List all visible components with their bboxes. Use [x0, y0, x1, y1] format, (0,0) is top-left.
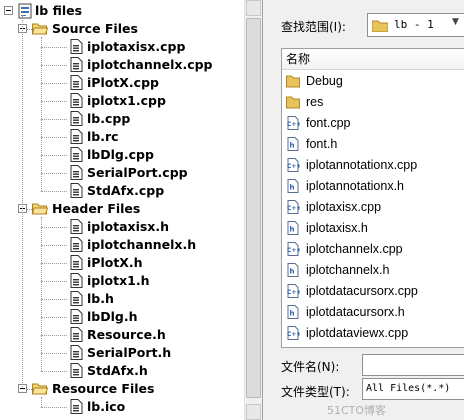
file-icon [70, 75, 83, 90]
project-icon [18, 3, 32, 19]
cpp-file-icon: C++ [287, 326, 300, 340]
svg-text:C++: C++ [287, 205, 300, 212]
file-icon [70, 399, 83, 414]
h-file-icon: h [287, 263, 299, 277]
h-file-icon: h [287, 221, 299, 235]
svg-text:h: h [290, 184, 295, 192]
cpp-file-icon: C++ [287, 242, 300, 256]
svg-text:C++: C++ [287, 331, 300, 338]
filetype-combobox[interactable]: All Files(*.*) [362, 378, 464, 400]
cpp-file-icon: C++ [287, 284, 300, 298]
file-list[interactable]: 名称 DebugresC++font.cpphfont.hC++iplotann… [281, 48, 464, 348]
open-file-dialog: 查找范围(I): lb - 1 ▼ 名称 DebugresC++font.cpp… [262, 0, 464, 420]
file-icon [70, 57, 83, 72]
file-icon [70, 165, 83, 180]
tree-scrollbar[interactable] [244, 0, 262, 420]
file-icon [70, 219, 83, 234]
watermark: 51CTO博客 [327, 404, 387, 417]
folder-open-icon [32, 23, 48, 35]
collapse-toggle[interactable] [4, 6, 13, 15]
file-icon [70, 327, 83, 342]
file-icon [70, 183, 83, 198]
file-icon [70, 237, 83, 252]
file-icon [70, 309, 83, 324]
cpp-file-icon: C++ [287, 158, 300, 172]
file-icon [70, 147, 83, 162]
chevron-down-icon[interactable]: ▼ [452, 17, 459, 27]
filename-label: 文件名(N): [281, 360, 340, 374]
folder-open-icon [32, 203, 48, 215]
column-name-label: 名称 [286, 52, 311, 66]
file-icon [70, 255, 83, 270]
file-icon [70, 345, 83, 360]
svg-text:h: h [290, 226, 295, 234]
svg-text:h: h [290, 142, 295, 150]
folder-icon [286, 75, 300, 88]
filetype-value: All Files(*.*) [366, 383, 451, 394]
file-icon [70, 273, 83, 288]
svg-text:C++: C++ [287, 163, 300, 170]
solution-tree[interactable]: lb files Source Files iplotaxisx.cpp ipl… [0, 0, 244, 420]
cpp-file-icon: C++ [287, 116, 300, 130]
file-icon [70, 363, 83, 378]
svg-text:C++: C++ [287, 121, 300, 128]
svg-text:h: h [290, 268, 295, 276]
h-file-icon: h [287, 179, 299, 193]
h-file-icon: h [287, 305, 299, 319]
lookin-label: 查找范围(I): [281, 20, 346, 34]
filetype-label: 文件类型(T): [281, 385, 350, 399]
folder-open-icon [32, 383, 48, 395]
lookin-value: lb - 1 [394, 18, 434, 31]
lookin-combobox[interactable]: lb - 1 ▼ [367, 13, 464, 37]
svg-text:C++: C++ [287, 247, 300, 254]
column-header-name[interactable]: 名称 [282, 49, 464, 70]
h-file-icon: h [287, 137, 299, 151]
scroll-down-button[interactable] [246, 404, 261, 420]
file-icon [70, 111, 83, 126]
svg-text:h: h [290, 310, 295, 318]
scroll-thumb[interactable] [246, 18, 261, 398]
svg-text:C++: C++ [287, 289, 300, 296]
folder-icon [372, 20, 388, 32]
filename-input[interactable] [362, 354, 464, 376]
folder-icon [286, 96, 300, 109]
file-icon [70, 291, 83, 306]
scroll-up-button[interactable] [246, 0, 261, 16]
file-icon [70, 93, 83, 108]
cpp-file-icon: C++ [287, 200, 300, 214]
file-icon [70, 129, 83, 144]
file-icon [70, 39, 83, 54]
